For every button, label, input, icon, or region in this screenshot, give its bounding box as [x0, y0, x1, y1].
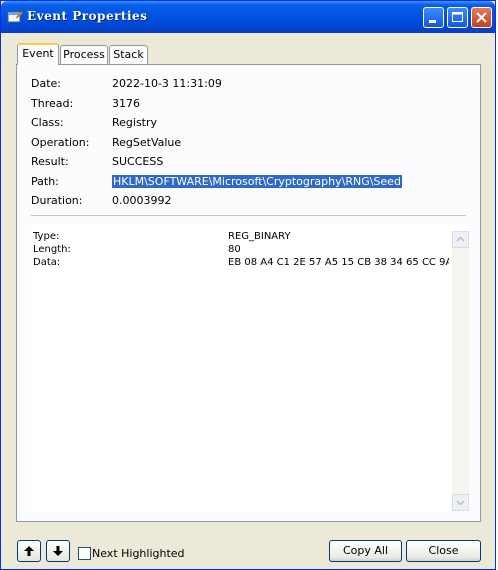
window-icon	[7, 10, 23, 23]
class-label: Class:	[31, 116, 64, 129]
path-value[interactable]: HKLM\SOFTWARE\Microsoft\Cryptography\RNG…	[112, 175, 402, 188]
scroll-down-button[interactable]	[452, 494, 469, 511]
tab-event[interactable]: Event	[17, 43, 59, 65]
path-label: Path:	[31, 175, 59, 188]
minimize-icon	[429, 20, 436, 23]
maximize-button[interactable]	[447, 7, 468, 28]
divider	[31, 215, 466, 216]
next-event-button[interactable]	[46, 540, 70, 562]
duration-value: 0.0003992	[112, 194, 172, 207]
next-highlighted-checkbox[interactable]	[78, 547, 91, 560]
event-tab-panel: Date: 2022-10-3 11:31:09 Thread: 3176 Cl…	[16, 64, 481, 522]
duration-label: Duration:	[31, 194, 83, 207]
scroll-up-icon	[456, 236, 465, 242]
maximize-icon	[452, 12, 463, 22]
date-label: Date:	[31, 77, 61, 90]
tab-stack[interactable]: Stack	[109, 45, 148, 64]
next-highlighted-label[interactable]: Next Highlighted	[92, 547, 185, 560]
operation-label: Operation:	[31, 136, 90, 149]
previous-event-button[interactable]	[17, 540, 41, 562]
operation-value: RegSetValue	[112, 136, 182, 149]
window-title: Event Properties	[27, 9, 148, 23]
close-window-button[interactable]	[471, 7, 492, 28]
event-properties-window: Event Properties Event Process Stack Dat…	[0, 0, 496, 570]
length-label: Length:	[33, 244, 71, 255]
date-value: 2022-10-3 11:31:09	[112, 77, 222, 90]
scroll-up-button[interactable]	[452, 231, 469, 248]
arrow-up-icon	[24, 546, 34, 556]
vertical-scrollbar[interactable]	[452, 231, 469, 511]
minimize-button[interactable]	[423, 7, 444, 28]
thread-label: Thread:	[31, 97, 74, 110]
close-button[interactable]: Close	[406, 540, 481, 562]
type-value: REG_BINARY	[228, 231, 291, 242]
title-bar[interactable]: Event Properties	[1, 1, 495, 33]
tab-process[interactable]: Process	[60, 45, 108, 64]
thread-value: 3176	[112, 97, 140, 110]
length-value: 80	[228, 244, 241, 255]
data-value: EB 08 A4 C1 2E 57 A5 15 CB 38 34 65 CC 9…	[228, 257, 449, 268]
result-value: SUCCESS	[112, 155, 164, 168]
class-value: Registry	[112, 116, 158, 129]
data-label: Data:	[33, 257, 61, 268]
arrow-down-icon	[53, 546, 63, 556]
type-label: Type:	[33, 231, 60, 242]
scroll-down-icon	[456, 500, 465, 506]
copy-all-button[interactable]: Copy All	[329, 540, 402, 562]
result-label: Result:	[31, 155, 69, 168]
close-icon	[476, 12, 487, 23]
details-textbox[interactable]: Type: REG_BINARY Length: 80 Data: EB 08 …	[31, 225, 469, 511]
